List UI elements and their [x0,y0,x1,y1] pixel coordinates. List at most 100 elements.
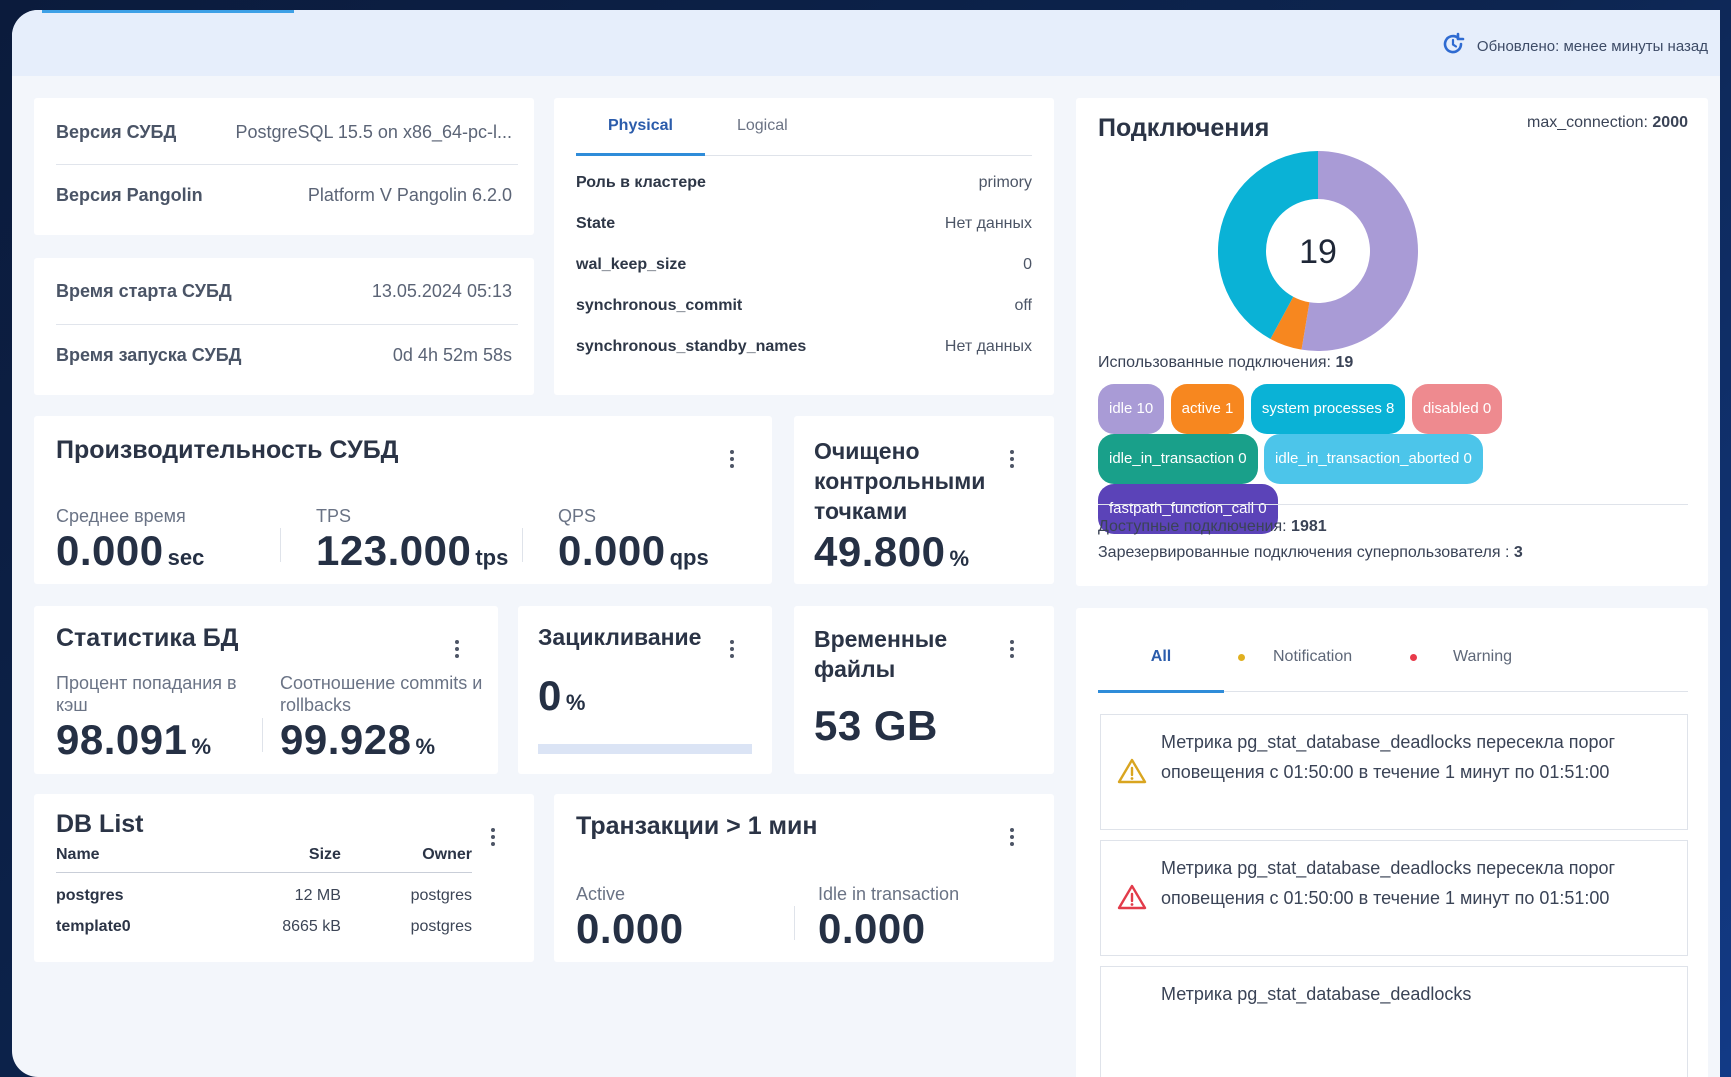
replication-key: synchronous_commit [576,296,743,314]
tab-physical[interactable]: Physical [576,117,705,156]
db-owner: postgres [410,917,472,935]
used-connections: Использованные подключения: 19 [1098,354,1353,372]
dashboard-screen: Обновлено: менее минуты назад Версия СУБ… [12,10,1720,1077]
active-transactions-metric: Active 0.000 [576,884,684,953]
replication-card: Physical Logical Роль в кластере primory … [554,98,1054,395]
times-card: Время старта СУБД 13.05.2024 05:13 Время… [34,258,534,395]
long-transactions-menu-icon[interactable] [1009,828,1015,849]
checkpoints-value: 49.800 [814,528,946,575]
alert-triangle-icon [1117,758,1147,784]
metric-unit: tps [475,545,509,570]
replication-row: synchronous_standby_names Нет данных [554,326,1054,367]
connections-card: Подключения max_connection: 2000 19 Испо… [1076,98,1708,586]
db-name: template0 [56,917,131,935]
versions-card: Версия СУБД PostgreSQL 15.5 on x86_64-pc… [34,98,534,235]
uptime-row: Время запуска СУБД 0d 4h 52m 58s [34,325,534,385]
tab-warning[interactable]: Warning [1410,648,1512,666]
cache-hit-label: Процент попадания в кэш [56,673,237,715]
metric-value: 0.000 [558,527,666,574]
pill-active[interactable]: active 1 [1170,384,1245,434]
pill-idle[interactable]: idle 10 [1098,384,1165,434]
db-stats-menu-icon[interactable] [454,640,460,661]
db-stats-title: Статистика БД [56,624,239,652]
notification-text: Метрика pg_stat_database_deadlocks перес… [1161,732,1616,782]
max-connection: max_connection: 2000 [1527,114,1688,132]
commit-ratio-metric: Соотношение commits и rollbacks 99.928% [280,672,490,764]
db-name: postgres [56,886,124,904]
max-connection-value: 2000 [1652,114,1688,131]
replication-key: State [576,214,616,232]
refresh-status-text: Обновлено: менее минуты назад [1476,37,1708,55]
checkpoints-title: Очищено контрольными точками [814,438,986,524]
performance-menu-icon[interactable] [729,450,735,471]
db-owner: postgres [410,886,472,904]
wraparound-value: 0 [538,672,562,719]
metric-label: Среднее время [56,506,186,526]
checkpoints-unit: % [949,546,970,571]
tab-all[interactable]: All [1098,648,1224,693]
db-list-table: Name Size Owner postgres 12 MB postgres … [56,846,472,945]
db-version-label: Версия СУБД [56,121,177,142]
wraparound-metric: 0% [538,672,585,720]
temp-files-value: 53 GB [814,702,938,749]
start-time-row: Время старта СУБД 13.05.2024 05:13 [34,258,534,324]
pill-disabled[interactable]: disabled 0 [1411,384,1503,434]
db-list-menu-icon[interactable] [490,828,496,849]
column-name[interactable]: Name [56,846,216,873]
notifications-card: All Notification Warning Метрика pg_stat… [1076,608,1708,1077]
wraparound-menu-icon[interactable] [729,640,735,661]
checkpoints-metric: 49.800% [814,528,969,576]
table-header: Name Size Owner [56,846,472,873]
table-row[interactable]: template0 8665 kB postgres [56,909,472,945]
refresh-status[interactable]: Обновлено: менее минуты назад [1439,30,1708,62]
divider [794,906,795,940]
tab-logical[interactable]: Logical [705,117,820,155]
db-list-card: DB List Name Size Owner postgres 12 MB p… [34,794,534,962]
column-size[interactable]: Size [215,846,341,873]
commit-ratio-label: Соотношение commits и rollbacks [280,673,483,715]
reserved-connections-value: 3 [1513,544,1523,561]
replication-key: Роль в кластере [576,173,706,191]
replication-value: 0 [1023,255,1032,273]
wraparound-unit: % [565,690,586,715]
notification-item[interactable]: Метрика pg_stat_database_deadlocks перес… [1100,840,1688,956]
replication-row: wal_keep_size 0 [554,244,1054,285]
divider [1098,504,1688,505]
pill-system-processes[interactable]: system processes 8 [1250,384,1406,434]
commit-ratio-unit: % [415,734,436,759]
db-stats-card: Статистика БД Процент попадания в кэш 98… [34,606,498,774]
metric-tps: TPS 123.000 tps [316,506,508,575]
wraparound-card: Зацикливание 0% [518,606,772,774]
reserved-connections-label: Зарезервированные подключения суперпольз… [1098,544,1510,561]
long-transactions-title: Транзакции > 1 мин [576,812,818,840]
replication-value: Нет данных [944,214,1032,232]
wraparound-title: Зацикливание [538,624,702,650]
notification-tabs: All Notification Warning [1098,608,1688,693]
tab-notification[interactable]: Notification [1238,648,1352,666]
db-version-value: PostgreSQL 15.5 on x86_64-pc-l... [235,121,513,142]
temp-files-metric: 53 GB [814,702,938,750]
cache-hit-value: 98.091 [56,716,188,763]
metric-label: QPS [558,506,597,526]
pangolin-version-value: Platform V Pangolin 6.2.0 [307,184,512,205]
replication-row: Роль в кластере primory [554,162,1054,203]
available-connections-value: 1981 [1291,518,1327,535]
temp-files-card: Временные файлы 53 GB [794,606,1054,774]
max-connection-label: max_connection: [1526,114,1648,131]
temp-files-menu-icon[interactable] [1009,640,1015,661]
wraparound-progress-bar [538,744,752,754]
metric-value: 123.000 [316,527,472,574]
available-connections-label: Доступные подключения: [1098,518,1287,535]
table-row[interactable]: postgres 12 MB postgres [56,873,472,909]
temp-files-title: Временные файлы [814,626,948,682]
checkpoints-menu-icon[interactable] [1009,450,1015,471]
pill-idle-in-transaction[interactable]: idle_in_transaction 0 [1098,434,1258,484]
replication-row: State Нет данных [554,203,1054,244]
notification-item[interactable]: Метрика pg_stat_database_deadlocks [1100,966,1688,1077]
column-owner[interactable]: Owner [340,846,472,873]
donut-center-label: 19 [1299,233,1337,271]
pangolin-version-row: Версия Pangolin Platform V Pangolin 6.2.… [34,165,534,225]
pill-idle-in-transaction-aborted[interactable]: idle_in_transaction_aborted 0 [1264,434,1483,484]
refresh-icon[interactable] [1439,30,1467,62]
notification-item[interactable]: Метрика pg_stat_database_deadlocks перес… [1100,714,1688,830]
